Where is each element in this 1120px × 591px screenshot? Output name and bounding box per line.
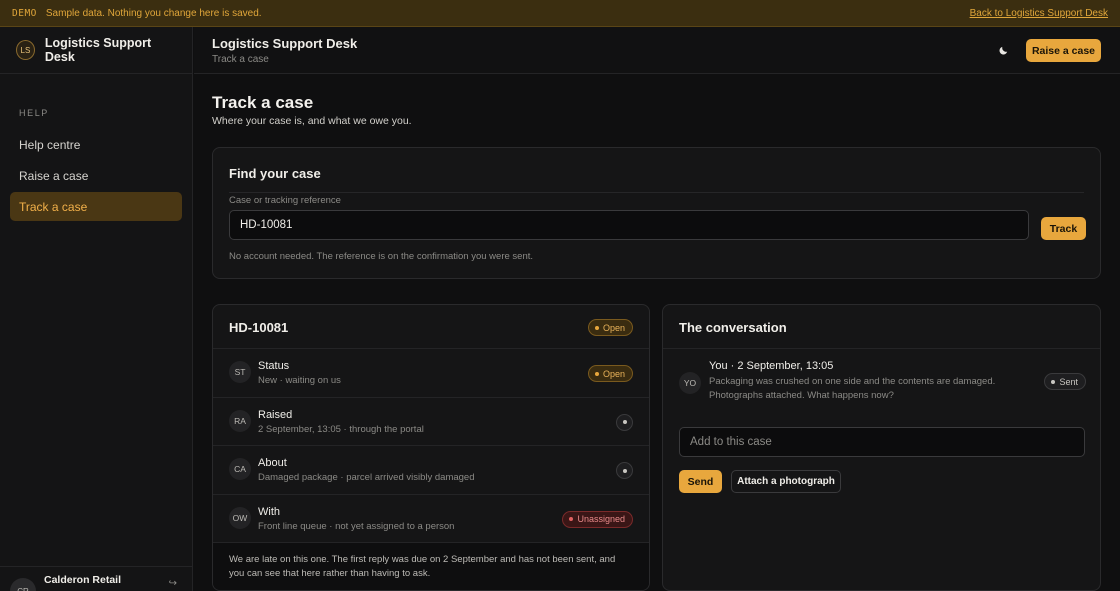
sidebar-nav: Help centre Raise a case Track a case (0, 130, 192, 221)
demo-banner: DEMO Sample data. Nothing you change her… (0, 0, 1120, 27)
case-card: HD-10081 Open ST Status New · waiting on… (212, 304, 650, 591)
conversation-header: The conversation (663, 305, 1100, 349)
reference-label: Case or tracking reference (229, 195, 341, 206)
row-detail: 2 September, 13:05 · through the portal (258, 423, 424, 435)
avatar: RA (229, 409, 251, 432)
divider (229, 192, 1084, 193)
avatar: CA (229, 458, 251, 480)
message-body: Packaging was crushed on one side and th… (709, 376, 996, 401)
sidebar-item-raise-case[interactable]: Raise a case (10, 161, 182, 190)
demo-text: Sample data. Nothing you change here is … (45, 7, 262, 19)
conversation-title: The conversation (679, 320, 787, 335)
page-subtitle: Where your case is, and what we owe you. (212, 115, 412, 127)
row-title: About (258, 457, 287, 469)
topbar-title: Logistics Support Desk (212, 36, 358, 51)
back-link[interactable]: Back to Logistics Support Desk (970, 8, 1108, 19)
sent-badge: Sent (1044, 373, 1086, 390)
row-title: Status (258, 360, 290, 372)
attach-photo-button[interactable]: Attach a photograph (731, 470, 841, 493)
find-case-card: Find your case Case or tracking referenc… (212, 147, 1101, 279)
row-title: Raised (258, 408, 293, 421)
raise-case-button[interactable]: Raise a case (1026, 39, 1101, 62)
dot-indicator (616, 462, 633, 479)
topbar: Logistics Support Desk Track a case Rais… (194, 27, 1120, 74)
brand-logo: LS (16, 40, 35, 60)
row-detail: Damaged package · parcel arrived visibly… (258, 472, 475, 483)
row-detail: New · waiting on us (258, 375, 341, 386)
row-title: With (258, 505, 280, 518)
case-row-raised: RA Raised 2 September, 13:05 · through t… (213, 398, 649, 446)
status-badge: Open (587, 319, 633, 336)
sidebar: LS Logistics Support Desk HELP Help cent… (0, 27, 193, 591)
breadcrumb: Track a case (212, 54, 269, 65)
moon-icon[interactable] (996, 43, 1010, 57)
exit-icon[interactable]: ↪ (169, 578, 177, 589)
demo-tag: DEMO (12, 7, 37, 19)
reference-hint: No account needed. The reference is on t… (229, 251, 534, 262)
track-button[interactable]: Track (1041, 217, 1086, 240)
case-row-about: CA About Damaged package · parcel arrive… (213, 446, 649, 495)
avatar: OW (229, 506, 251, 529)
reply-input[interactable] (679, 427, 1085, 457)
avatar: YO (679, 372, 701, 394)
dot-indicator (616, 413, 633, 431)
find-case-title: Find your case (229, 166, 321, 181)
late-notice: We are late on this one. The first reply… (213, 543, 649, 590)
account-footer[interactable]: CR Calderon Retail ↪ (0, 566, 193, 591)
row-detail: Front line queue · not yet assigned to a… (258, 520, 455, 532)
account-name: Calderon Retail (44, 574, 122, 586)
send-button[interactable]: Send (679, 470, 722, 493)
nav-heading: HELP (19, 108, 49, 118)
message-header: You · 2 September, 13:05 (709, 360, 834, 372)
case-row-status: ST Status New · waiting on us Open (213, 349, 649, 398)
case-reference: HD-10081 (229, 320, 289, 335)
case-row-with: OW With Front line queue · not yet assig… (213, 495, 649, 543)
sidebar-item-help-centre[interactable]: Help centre (10, 130, 182, 159)
status-badge: Open (587, 365, 633, 382)
sidebar-item-track-case[interactable]: Track a case (10, 192, 182, 221)
conversation-card: The conversation YO You · 2 September, 1… (662, 304, 1101, 591)
brand-name: Logistics Support Desk (44, 36, 152, 64)
page-title: Track a case (212, 93, 314, 112)
reference-input[interactable] (229, 210, 1029, 240)
avatar: ST (229, 361, 251, 383)
avatar: CR (10, 578, 36, 591)
unassigned-badge: Unassigned (562, 510, 633, 528)
brand[interactable]: LS Logistics Support Desk (0, 27, 192, 74)
case-header: HD-10081 Open (213, 305, 649, 349)
